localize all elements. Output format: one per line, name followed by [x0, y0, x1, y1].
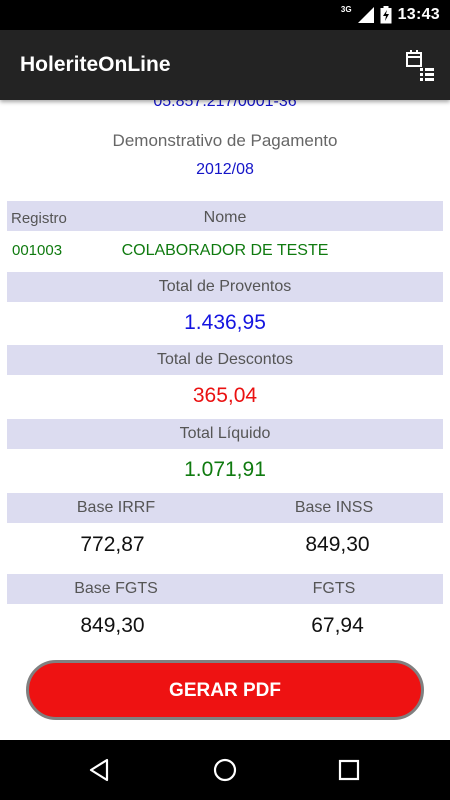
base-irrf-value: 772,87 [80, 533, 145, 556]
descontos-value: 365,04 [192, 384, 258, 407]
signal-icon [357, 7, 374, 23]
nome-value: COLABORADOR DE TESTE [121, 242, 329, 259]
network-type-label: 3G [340, 4, 352, 14]
descontos-label: Total de Descontos [156, 351, 294, 368]
liquido-value: 1.071,91 [184, 458, 266, 481]
status-icons: 3G 13:43 [341, 0, 440, 30]
liquido-band: Total Líquido [7, 419, 443, 449]
app-bar: HoleriteOnLine [0, 30, 450, 100]
fgts-label: FGTS [312, 580, 356, 597]
app-title: HoleriteOnLine [20, 53, 171, 76]
bases-irrf-inss-band: Base IRRF Base INSS [7, 493, 443, 523]
payment-statement[interactable]: 05.857.217/0001-36 Demonstrativo de Paga… [0, 100, 450, 640]
base-fgts-value: 849,30 [80, 614, 145, 637]
status-bar: 3G 13:43 [0, 0, 450, 30]
fgts-value: 67,94 [311, 614, 364, 637]
bases-fgts-band: Base FGTS FGTS [7, 574, 443, 604]
base-inss-value: 849,30 [305, 533, 370, 556]
recents-icon[interactable] [319, 740, 379, 800]
generate-pdf-button[interactable]: GERAR PDF [26, 660, 424, 720]
status-time: 13:43 [397, 6, 440, 23]
statement-title: Demonstrativo de Pagamento [112, 131, 338, 150]
statement-period: 2012/08 [196, 161, 254, 178]
nome-label: Nome [203, 209, 247, 226]
home-icon[interactable] [195, 740, 255, 800]
employee-row: 001003 COLABORADOR DE TESTE [0, 231, 450, 269]
company-cnpj: 05.857.217/0001-36 [153, 100, 297, 110]
proventos-label: Total de Proventos [158, 278, 292, 295]
calendar-list-icon[interactable] [404, 48, 436, 82]
base-irrf-label: Base IRRF [76, 499, 156, 516]
proventos-band: Total de Proventos [7, 272, 443, 302]
base-inss-label: Base INSS [294, 499, 374, 516]
battery-charging-icon [380, 6, 392, 24]
navigation-bar [0, 740, 450, 800]
proventos-value: 1.436,95 [184, 311, 266, 334]
base-fgts-label: Base FGTS [74, 580, 158, 597]
liquido-label: Total Líquido [179, 425, 271, 442]
descontos-band: Total de Descontos [7, 345, 443, 375]
back-icon[interactable] [69, 740, 129, 800]
employee-header-band: Registro Nome [7, 201, 443, 231]
